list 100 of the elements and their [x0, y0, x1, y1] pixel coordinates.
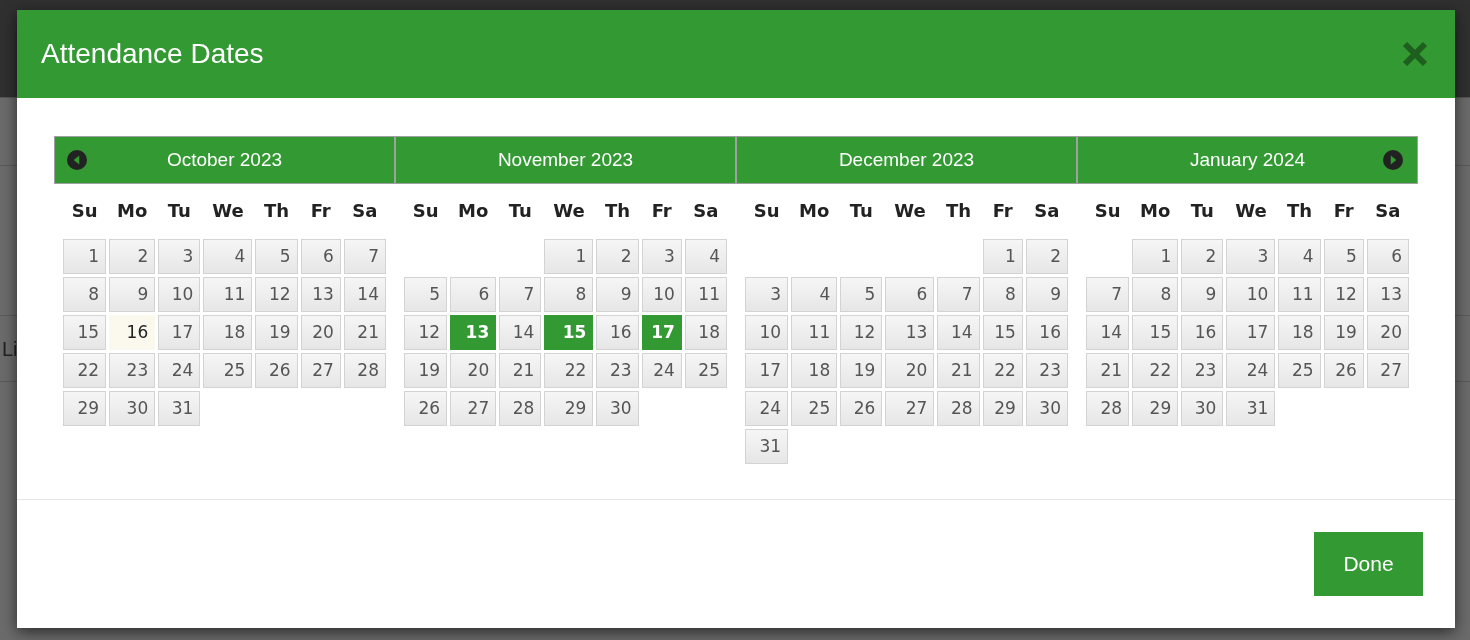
- calendar-day[interactable]: 11: [684, 277, 727, 312]
- calendar-day[interactable]: 29: [1132, 391, 1179, 426]
- calendar-day[interactable]: 9: [1181, 277, 1224, 312]
- calendar-day[interactable]: 26: [255, 353, 298, 388]
- calendar-day[interactable]: 10: [1226, 277, 1276, 312]
- calendar-day[interactable]: 11: [203, 277, 253, 312]
- calendar-day[interactable]: 6: [885, 277, 935, 312]
- calendar-day[interactable]: 18: [1278, 315, 1321, 350]
- calendar-day[interactable]: 15: [982, 315, 1023, 350]
- calendar-day[interactable]: 12: [404, 315, 448, 350]
- calendar-day[interactable]: 2: [596, 239, 639, 274]
- calendar-day[interactable]: 14: [1086, 315, 1130, 350]
- calendar-day[interactable]: 4: [203, 239, 253, 274]
- calendar-day[interactable]: 1: [544, 239, 594, 274]
- calendar-day[interactable]: 28: [1086, 391, 1130, 426]
- calendar-day[interactable]: 18: [203, 315, 253, 350]
- calendar-day[interactable]: 23: [109, 353, 156, 388]
- calendar-day[interactable]: 1: [982, 239, 1023, 274]
- calendar-day[interactable]: 9: [1025, 277, 1068, 312]
- calendar-day[interactable]: 8: [63, 277, 107, 312]
- calendar-day[interactable]: 25: [203, 353, 253, 388]
- calendar-day[interactable]: 24: [641, 353, 682, 388]
- calendar-day[interactable]: 27: [885, 391, 935, 426]
- calendar-day[interactable]: 3: [1226, 239, 1276, 274]
- calendar-day[interactable]: 16: [1181, 315, 1224, 350]
- calendar-day[interactable]: 22: [544, 353, 594, 388]
- calendar-day[interactable]: 21: [499, 353, 542, 388]
- calendar-day[interactable]: 22: [1132, 353, 1179, 388]
- calendar-day[interactable]: 15: [544, 315, 594, 350]
- calendar-day[interactable]: 25: [1278, 353, 1321, 388]
- calendar-day[interactable]: 20: [1366, 315, 1409, 350]
- calendar-day[interactable]: 19: [255, 315, 298, 350]
- calendar-day[interactable]: 5: [840, 277, 883, 312]
- calendar-day[interactable]: 31: [1226, 391, 1276, 426]
- calendar-day[interactable]: 14: [937, 315, 980, 350]
- calendar-day[interactable]: 28: [937, 391, 980, 426]
- calendar-day[interactable]: 6: [1366, 239, 1409, 274]
- calendar-day[interactable]: 30: [109, 391, 156, 426]
- calendar-day[interactable]: 25: [684, 353, 727, 388]
- next-month-icon[interactable]: [1383, 150, 1403, 170]
- calendar-day[interactable]: 24: [745, 391, 789, 426]
- calendar-day[interactable]: 29: [544, 391, 594, 426]
- calendar-day[interactable]: 21: [937, 353, 980, 388]
- calendar-day[interactable]: 8: [1132, 277, 1179, 312]
- calendar-day[interactable]: 5: [255, 239, 298, 274]
- calendar-day[interactable]: 16: [109, 315, 156, 350]
- calendar-day[interactable]: 19: [840, 353, 883, 388]
- calendar-day[interactable]: 26: [1323, 353, 1364, 388]
- calendar-day[interactable]: 26: [840, 391, 883, 426]
- calendar-day[interactable]: 27: [1366, 353, 1409, 388]
- calendar-day[interactable]: 24: [1226, 353, 1276, 388]
- calendar-day[interactable]: 13: [885, 315, 935, 350]
- calendar-day[interactable]: 9: [596, 277, 639, 312]
- calendar-day[interactable]: 23: [1181, 353, 1224, 388]
- calendar-day[interactable]: 31: [745, 429, 789, 464]
- calendar-day[interactable]: 5: [404, 277, 448, 312]
- calendar-day[interactable]: 2: [109, 239, 156, 274]
- calendar-day[interactable]: 4: [684, 239, 727, 274]
- calendar-day[interactable]: 3: [158, 239, 201, 274]
- calendar-day[interactable]: 3: [641, 239, 682, 274]
- calendar-day[interactable]: 8: [544, 277, 594, 312]
- calendar-day[interactable]: 20: [300, 315, 341, 350]
- calendar-day[interactable]: 28: [343, 353, 386, 388]
- calendar-day[interactable]: 24: [158, 353, 201, 388]
- done-button[interactable]: Done: [1314, 532, 1423, 596]
- calendar-day[interactable]: 17: [1226, 315, 1276, 350]
- calendar-day[interactable]: 1: [63, 239, 107, 274]
- calendar-day[interactable]: 8: [982, 277, 1023, 312]
- calendar-day[interactable]: 21: [343, 315, 386, 350]
- calendar-day[interactable]: 15: [63, 315, 107, 350]
- calendar-day[interactable]: 25: [791, 391, 838, 426]
- calendar-day[interactable]: 10: [158, 277, 201, 312]
- calendar-day[interactable]: 20: [450, 353, 497, 388]
- calendar-day[interactable]: 11: [1278, 277, 1321, 312]
- calendar-day[interactable]: 12: [1323, 277, 1364, 312]
- calendar-day[interactable]: 16: [1025, 315, 1068, 350]
- calendar-day[interactable]: 17: [745, 353, 789, 388]
- calendar-day[interactable]: 10: [641, 277, 682, 312]
- calendar-day[interactable]: 1: [1132, 239, 1179, 274]
- calendar-day[interactable]: 7: [1086, 277, 1130, 312]
- calendar-day[interactable]: 30: [1025, 391, 1068, 426]
- calendar-day[interactable]: 3: [745, 277, 789, 312]
- calendar-day[interactable]: 9: [109, 277, 156, 312]
- calendar-day[interactable]: 28: [499, 391, 542, 426]
- calendar-day[interactable]: 5: [1323, 239, 1364, 274]
- calendar-day[interactable]: 31: [158, 391, 201, 426]
- calendar-day[interactable]: 7: [499, 277, 542, 312]
- calendar-day[interactable]: 13: [300, 277, 341, 312]
- calendar-day[interactable]: 21: [1086, 353, 1130, 388]
- calendar-day[interactable]: 18: [791, 353, 838, 388]
- calendar-day[interactable]: 7: [343, 239, 386, 274]
- calendar-day[interactable]: 27: [300, 353, 341, 388]
- calendar-day[interactable]: 19: [1323, 315, 1364, 350]
- calendar-day[interactable]: 17: [158, 315, 201, 350]
- calendar-day[interactable]: 12: [255, 277, 298, 312]
- calendar-day[interactable]: 15: [1132, 315, 1179, 350]
- calendar-day[interactable]: 4: [791, 277, 838, 312]
- calendar-day[interactable]: 17: [641, 315, 682, 350]
- calendar-day[interactable]: 29: [982, 391, 1023, 426]
- calendar-day[interactable]: 2: [1025, 239, 1068, 274]
